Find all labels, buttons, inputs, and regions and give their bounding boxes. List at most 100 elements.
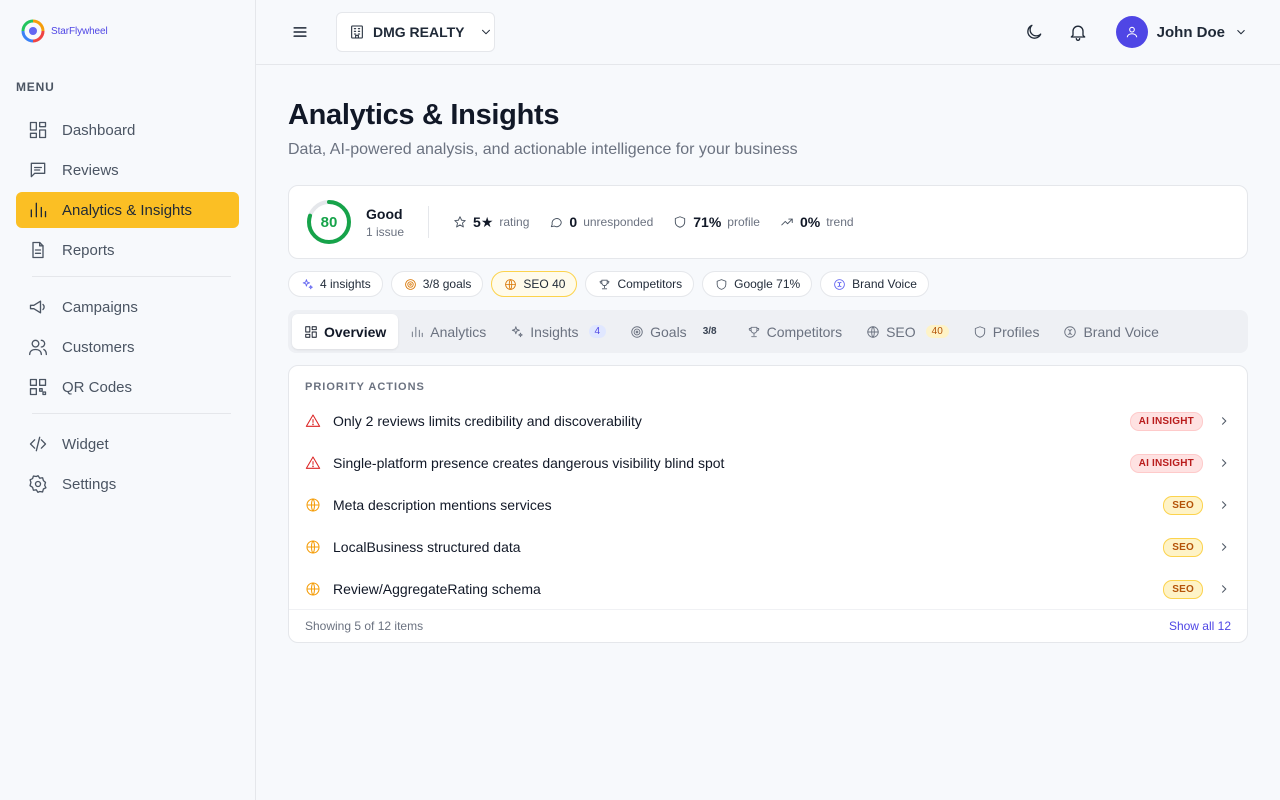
user-menu[interactable]: John Doe <box>1115 16 1248 48</box>
chip-goals[interactable]: 3/8 goals <box>390 271 484 297</box>
globe-icon <box>867 325 879 338</box>
chip-label: Competitors <box>617 277 683 291</box>
top-bar: DMG REALTY John Doe <box>256 0 1280 65</box>
sidebar-item-label: Widget <box>62 435 109 453</box>
file-text-icon <box>32 241 44 259</box>
sidebar-item-qr-codes[interactable]: QR Codes <box>16 369 239 405</box>
tab-label: Analytics <box>430 323 487 340</box>
list-item[interactable]: Only 2 reviews limits credibility and di… <box>289 400 1247 442</box>
chevron-down-icon <box>1237 29 1245 35</box>
tab-label: SEO <box>886 323 916 340</box>
qr-code-icon <box>29 378 47 396</box>
tab-badge: 4 <box>588 325 607 338</box>
ai-insight-badge: AI INSIGHT <box>1129 411 1203 431</box>
gear-icon <box>29 475 47 493</box>
metric-label: trend <box>826 215 854 229</box>
sparkles-icon <box>512 325 524 337</box>
chevron-right-icon <box>1221 417 1227 425</box>
sidebar-item-analytics[interactable]: Analytics & Insights <box>16 192 239 228</box>
chip-google[interactable]: Google 71% <box>702 271 813 297</box>
chip-label: 4 insights <box>320 277 371 291</box>
sidebar-item-label: Dashboard <box>62 121 136 139</box>
metric-value: 71% <box>693 214 722 230</box>
list-item[interactable]: Meta description mentions services SEO <box>289 484 1247 526</box>
sidebar-item-widget[interactable]: Widget <box>16 426 239 462</box>
menu-toggle-icon[interactable] <box>290 22 310 42</box>
menu-label: MENU <box>16 80 55 94</box>
tab-label: Insights <box>530 323 579 340</box>
brand-voice-icon <box>834 278 845 290</box>
shield-icon <box>716 278 727 290</box>
nav-divider <box>32 413 231 414</box>
chip-label: Google 71% <box>734 277 801 291</box>
metric-value: 0% <box>799 214 821 230</box>
metric-unresponded: 0 unresponded <box>549 214 653 230</box>
tab-goals[interactable]: Goals 3/8 <box>618 314 734 349</box>
chevron-right-icon <box>1221 501 1227 509</box>
users-icon <box>29 339 47 356</box>
chip-insights[interactable]: 4 insights <box>288 271 383 297</box>
section-title: PRIORITY ACTIONS <box>305 381 425 393</box>
tab-profiles[interactable]: Profiles <box>961 314 1052 349</box>
sparkles-icon <box>302 278 313 289</box>
starflywheel-logo-icon <box>21 19 45 43</box>
chevron-right-icon <box>1221 585 1227 593</box>
list-item[interactable]: Single-platform presence creates dangero… <box>289 442 1247 484</box>
sidebar-item-label: Analytics & Insights <box>62 201 193 219</box>
analytics-tabs: Overview Analytics Insights 4 Goals 3/8 … <box>288 310 1248 353</box>
chevron-down-icon <box>481 29 490 35</box>
chip-label: SEO 40 <box>523 277 566 291</box>
chip-seo[interactable]: SEO 40 <box>491 271 578 297</box>
trophy-icon <box>748 326 759 337</box>
metric-value: 0 <box>569 214 578 230</box>
show-all-link[interactable]: Show all 12 <box>1169 619 1231 633</box>
sidebar-item-label: Campaigns <box>62 298 138 316</box>
chevron-right-icon <box>1221 543 1227 551</box>
priority-actions-list: Only 2 reviews limits credibility and di… <box>289 400 1247 610</box>
seo-badge: SEO <box>1163 579 1203 599</box>
sidebar-item-label: QR Codes <box>62 378 133 396</box>
dashboard-icon <box>29 121 47 139</box>
nav-divider <box>32 276 231 277</box>
sidebar-item-reports[interactable]: Reports <box>16 232 239 268</box>
warning-icon <box>305 414 321 427</box>
action-text: Review/AggregateRating schema <box>333 581 541 597</box>
list-item[interactable]: LocalBusiness structured data SEO <box>289 526 1247 568</box>
tab-overview[interactable]: Overview <box>292 314 399 349</box>
action-text: LocalBusiness structured data <box>333 539 521 555</box>
metric-trend: 0% trend <box>780 214 854 230</box>
action-text: Single-platform presence creates dangero… <box>333 455 725 471</box>
notifications-button[interactable] <box>1068 22 1088 42</box>
globe-icon <box>306 540 320 554</box>
reviews-icon <box>30 162 46 178</box>
trend-up-icon <box>781 218 793 226</box>
tab-analytics[interactable]: Analytics <box>398 314 498 349</box>
brand-voice-icon <box>1064 325 1077 338</box>
tab-insights[interactable]: Insights 4 <box>498 314 618 349</box>
app-logo[interactable]: StarFlywheel <box>21 19 108 43</box>
chip-label: Brand Voice <box>852 277 917 291</box>
sidebar-item-campaigns[interactable]: Campaigns <box>16 289 239 325</box>
organization-selector[interactable]: DMG REALTY <box>336 12 495 52</box>
sidebar-item-reviews[interactable]: Reviews <box>16 152 239 188</box>
sidebar-item-dashboard[interactable]: Dashboard <box>16 112 239 148</box>
metric-profile: 71% profile <box>673 214 760 230</box>
list-item[interactable]: Review/AggregateRating schema SEO <box>289 568 1247 610</box>
shield-icon <box>675 216 686 228</box>
tab-seo[interactable]: SEO 40 <box>854 314 961 349</box>
tab-competitors[interactable]: Competitors <box>735 314 854 349</box>
sidebar-item-customers[interactable]: Customers <box>16 329 239 365</box>
globe-icon <box>306 582 320 596</box>
sidebar-item-label: Settings <box>62 475 117 493</box>
warning-icon <box>305 456 321 469</box>
tab-brand-voice[interactable]: Brand Voice <box>1051 314 1171 349</box>
sidebar-item-settings[interactable]: Settings <box>16 466 239 502</box>
chip-brand-voice[interactable]: Brand Voice <box>820 271 929 297</box>
chip-competitors[interactable]: Competitors <box>585 271 695 297</box>
priority-actions-card: PRIORITY ACTIONS Only 2 reviews limits c… <box>288 365 1248 643</box>
trophy-icon <box>600 279 610 289</box>
theme-toggle-button[interactable] <box>1024 22 1044 42</box>
code-icon <box>29 436 47 452</box>
ai-insight-badge: AI INSIGHT <box>1129 453 1203 473</box>
action-text: Meta description mentions services <box>333 497 552 513</box>
